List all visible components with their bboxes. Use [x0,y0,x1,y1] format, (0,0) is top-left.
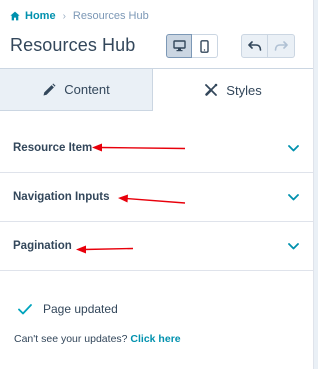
undo-button[interactable] [241,34,268,58]
mobile-icon [200,39,209,53]
help-question: Can't see your updates? [14,333,128,345]
home-icon [10,11,20,21]
tab-styles[interactable]: Styles [153,69,313,111]
breadcrumb-separator: › [62,10,66,22]
tab-styles-label: Styles [226,82,262,98]
chevron-down-icon [288,193,299,200]
editor-panel: Home › Resources Hub Resources Hub Conte… [0,0,313,369]
annotation-arrow [118,194,186,204]
tab-content[interactable]: Content [0,69,153,111]
check-icon [18,303,32,314]
annotation-arrow [92,143,186,152]
brush-icon [205,83,218,96]
mobile-preview-button[interactable] [192,34,218,58]
annotation-arrow [76,245,134,254]
section-resource-item-label: Resource Item [13,142,93,154]
status-text: Page updated [43,302,118,316]
desktop-icon [172,40,186,52]
chevron-down-icon [288,242,299,249]
breadcrumb-current: Resources Hub [72,10,149,22]
device-preview-toggle [166,34,218,58]
section-pagination-label: Pagination [13,240,72,252]
section-pagination[interactable]: Pagination [0,222,313,271]
desktop-preview-button[interactable] [166,34,192,58]
click-here-link[interactable]: Click here [130,333,180,345]
redo-icon [274,41,288,51]
tab-content-label: Content [64,82,110,97]
history-controls [241,34,295,58]
section-navigation-inputs-label: Navigation Inputs [13,191,110,203]
undo-icon [247,41,261,51]
chevron-down-icon [288,144,299,151]
panel-edge [313,0,318,369]
breadcrumb-home-link[interactable]: Home [25,10,56,22]
save-status: Page updated [18,302,118,316]
editor-tabs: Content Styles [0,68,313,111]
pencil-icon [43,83,56,95]
help-text: Can't see your updates? Click here [14,333,181,345]
redo-button[interactable] [268,34,295,58]
page-title: Resources Hub [10,35,136,55]
breadcrumb: Home › Resources Hub [10,9,149,23]
